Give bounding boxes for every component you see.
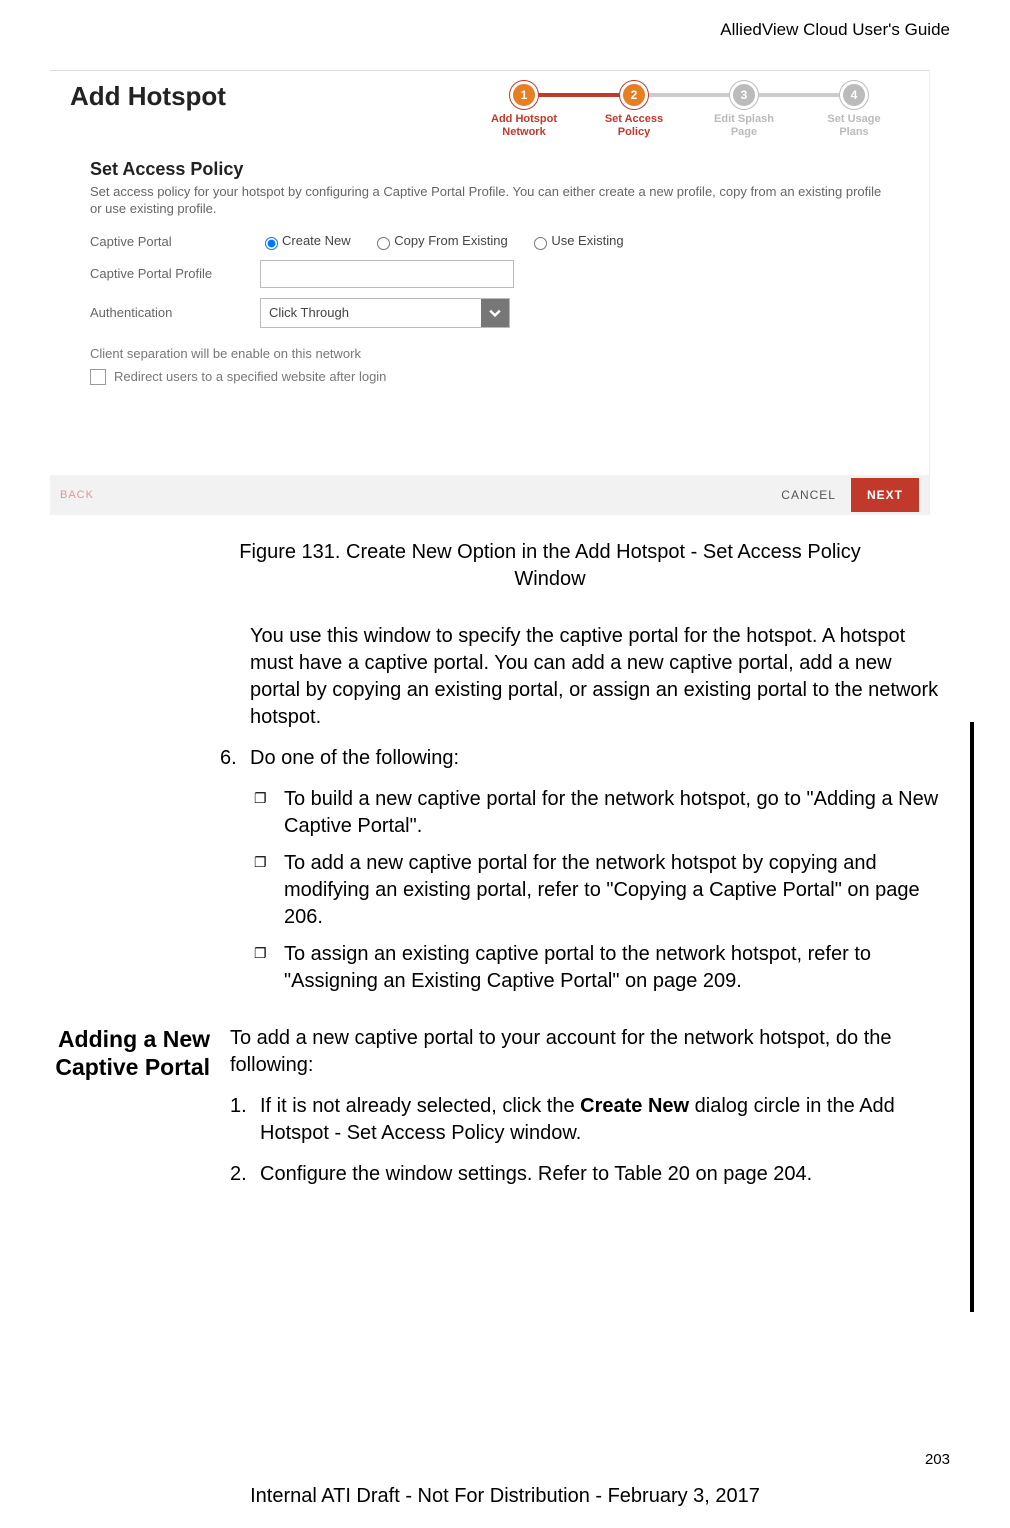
radio-copy-from-input[interactable] [377,237,390,250]
radio-copy-from-text: Copy From Existing [394,233,507,248]
policy-description: Set access policy for your hotspot by co… [90,184,889,218]
step-6-text: Do one of the following: [250,745,459,772]
cancel-button[interactable]: CANCEL [781,488,836,502]
step-2-number: 2. [230,1161,260,1188]
captive-portal-profile-label: Captive Portal Profile [90,266,260,281]
step-1-label-l2: Network [502,126,545,138]
authentication-select[interactable]: Click Through [260,298,510,328]
figure-caption: Figure 131. Create New Option in the Add… [210,539,890,593]
step-3-circle: 3 [730,81,758,109]
radio-use-existing-text: Use Existing [551,233,623,248]
step-2-circle: 2 [620,81,648,109]
screenshot-figure: Add Hotspot 1 Add HotspotNetwork 2 Set A… [50,70,930,515]
section-heading: Adding a New Captive Portal [30,1025,230,1202]
bullet-icon: ❐ [254,850,284,931]
client-separation-note: Client separation will be enable on this… [90,346,889,361]
radio-copy-from[interactable]: Copy From Existing [372,233,507,248]
step-4-label-l2: Plans [839,126,868,138]
step-1-number: 1. [230,1093,260,1147]
back-button[interactable]: BACK [60,489,94,501]
step-2-label-l2: Policy [618,126,650,138]
bullet-3: To assign an existing captive portal to … [284,941,940,995]
captive-portal-profile-input[interactable] [260,260,514,288]
radio-create-new-text: Create New [282,233,351,248]
redirect-checkbox-label: Redirect users to a specified website af… [114,369,386,384]
redirect-checkbox[interactable] [90,369,106,385]
section-intro: To add a new captive portal to your acco… [230,1025,940,1079]
wizard-step-2[interactable]: 2 Set AccessPolicy [579,81,689,139]
radio-create-new-input[interactable] [265,237,278,250]
footer-disclaimer: Internal ATI Draft - Not For Distributio… [0,1485,1010,1508]
intro-paragraph: You use this window to specify the capti… [250,623,940,731]
bullet-icon: ❐ [254,786,284,840]
wizard-step-3: 3 Edit SplashPage [689,81,799,139]
step-3-label-l1: Edit Splash [714,113,774,125]
bullet-2: To add a new captive portal for the netw… [284,850,940,931]
captive-portal-label: Captive Portal [90,234,260,249]
policy-section-title: Set Access Policy [90,159,889,180]
wizard-step-1[interactable]: 1 Add HotspotNetwork [469,81,579,139]
radio-use-existing[interactable]: Use Existing [529,233,623,248]
step-3-label-l2: Page [731,126,757,138]
bullet-icon: ❐ [254,941,284,995]
step-2-text: Configure the window settings. Refer to … [260,1161,812,1188]
step-6-number: 6. [220,745,250,772]
step-1-label-l1: Add Hotspot [491,113,557,125]
wizard-step-4: 4 Set UsagePlans [799,81,909,139]
chevron-down-icon [481,299,509,327]
step-4-circle: 4 [840,81,868,109]
step-1-text: If it is not already selected, click the… [260,1093,940,1147]
authentication-label: Authentication [90,305,260,320]
page-number: 203 [925,1451,950,1468]
add-hotspot-title: Add Hotspot [70,81,226,112]
next-button[interactable]: NEXT [851,478,919,512]
step-2-label-l1: Set Access [605,113,663,125]
running-header: AlliedView Cloud User's Guide [30,20,950,40]
authentication-value: Click Through [269,305,349,320]
bullet-1: To build a new captive portal for the ne… [284,786,940,840]
step-4-label-l1: Set Usage [827,113,880,125]
radio-use-existing-input[interactable] [534,237,547,250]
page-margin-bar [970,722,974,1312]
step-1-circle: 1 [510,81,538,109]
radio-create-new[interactable]: Create New [260,233,351,248]
